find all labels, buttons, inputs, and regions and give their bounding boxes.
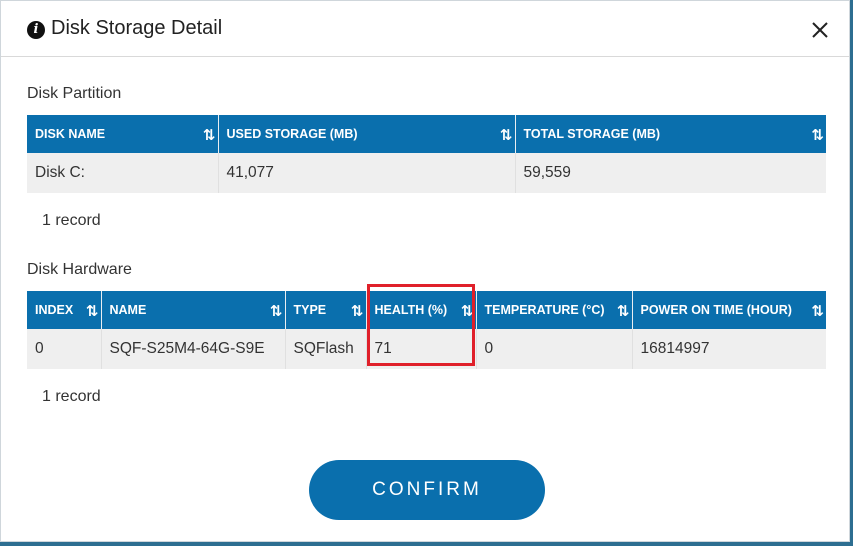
partition-record-count: 1 record — [42, 212, 101, 229]
column-label: INDEX — [35, 303, 74, 317]
column-header-type[interactable]: TYPE ⇅ — [285, 291, 367, 329]
type-cell: SQFlash — [285, 329, 367, 369]
index-cell: 0 — [27, 329, 102, 369]
partition-section-title: Disk Partition — [27, 85, 122, 102]
power-on-time-cell: 16814997 — [632, 329, 826, 369]
sort-icon[interactable]: ⇅ — [270, 302, 282, 320]
hardware-section-title: Disk Hardware — [27, 261, 132, 278]
total-storage-cell: 59,559 — [515, 153, 826, 193]
column-label: TEMPERATURE (°C) — [484, 303, 605, 317]
column-header-power-on-time[interactable]: POWER ON TIME (HOUR) ⇅ — [632, 291, 826, 329]
table-header-row: DISK NAME ⇅ USED STORAGE (MB) ⇅ TOTAL STOR… — [27, 115, 826, 153]
hardware-record-count: 1 record — [42, 388, 101, 405]
sort-icon[interactable]: ⇅ — [203, 126, 215, 144]
column-header-temperature[interactable]: TEMPERATURE (°C) ⇅ — [476, 291, 633, 329]
sort-icon[interactable]: ⇅ — [811, 302, 823, 320]
column-header-index[interactable]: INDEX ⇅ — [27, 291, 102, 329]
column-header-disk-name[interactable]: DISK NAME ⇅ — [27, 115, 219, 153]
health-highlight-box — [367, 284, 475, 366]
column-label: NAME — [109, 303, 147, 317]
close-icon[interactable] — [809, 19, 831, 41]
sort-icon[interactable]: ⇅ — [617, 302, 629, 320]
sort-icon[interactable]: ⇅ — [811, 126, 823, 144]
info-icon: i — [27, 21, 45, 39]
column-header-total-storage[interactable]: TOTAL STORAGE (MB) ⇅ — [515, 115, 826, 153]
dialog-header: i Disk Storage Detail — [1, 1, 849, 57]
sort-icon[interactable]: ⇅ — [500, 126, 512, 144]
column-label: TYPE — [293, 303, 327, 317]
used-storage-cell: 41,077 — [218, 153, 516, 193]
name-cell: SQF-S25M4-64G-S9E — [101, 329, 286, 369]
column-label: TOTAL STORAGE (MB) — [523, 127, 661, 141]
column-header-name[interactable]: NAME ⇅ — [101, 291, 286, 329]
column-label: USED STORAGE (MB) — [226, 127, 358, 141]
temperature-cell: 0 — [476, 329, 633, 369]
column-label: POWER ON TIME (HOUR) — [640, 303, 792, 317]
sort-icon[interactable]: ⇅ — [351, 302, 363, 320]
column-header-used-storage[interactable]: USED STORAGE (MB) ⇅ — [218, 115, 516, 153]
dialog-title: Disk Storage Detail — [51, 17, 223, 39]
sort-icon[interactable]: ⇅ — [86, 302, 98, 320]
partition-table: DISK NAME ⇅ USED STORAGE (MB) ⇅ TOTAL STOR… — [27, 115, 826, 193]
table-row: Disk C: 41,077 59,559 — [27, 153, 826, 193]
disk-name-cell: Disk C: — [27, 153, 219, 193]
column-label: DISK NAME — [35, 127, 106, 141]
disk-storage-dialog: i Disk Storage Detail Disk Partition DIS… — [0, 0, 850, 542]
confirm-button[interactable]: CONFIRM — [309, 460, 545, 520]
